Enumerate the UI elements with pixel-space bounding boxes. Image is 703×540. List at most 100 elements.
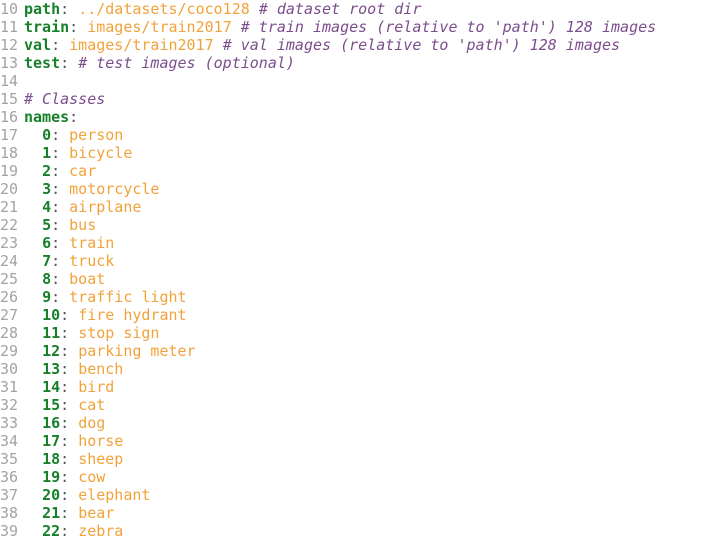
yaml-value: person <box>69 126 124 144</box>
yaml-value: dog <box>78 414 106 432</box>
line-number: 39 <box>0 522 19 540</box>
yaml-comment: # train images (relative to 'path') 128 … <box>240 18 657 36</box>
yaml-key: 8 <box>42 270 52 288</box>
code-line[interactable]: 19 2: car <box>0 162 703 180</box>
key-colon: : <box>51 216 61 234</box>
code-line[interactable]: 28 11: stop sign <box>0 324 703 342</box>
yaml-key: names <box>24 108 70 126</box>
line-number: 22 <box>0 216 19 234</box>
code-line[interactable]: 23 6: train <box>0 234 703 252</box>
yaml-key: 1 <box>42 144 52 162</box>
code-line[interactable]: 25 8: boat <box>0 270 703 288</box>
line-number: 18 <box>0 144 19 162</box>
line-number: 16 <box>0 108 19 126</box>
yaml-key: 21 <box>42 504 61 522</box>
line-number: 36 <box>0 468 19 486</box>
yaml-key: 14 <box>42 378 61 396</box>
line-number: 26 <box>0 288 19 306</box>
code-line[interactable]: 38 21: bear <box>0 504 703 522</box>
yaml-value: cat <box>78 396 106 414</box>
yaml-key: 20 <box>42 486 61 504</box>
yaml-value: boat <box>69 270 106 288</box>
key-colon: : <box>51 288 61 306</box>
yaml-key: 4 <box>42 198 52 216</box>
code-line[interactable]: 27 10: fire hydrant <box>0 306 703 324</box>
code-line[interactable]: 33 16: dog <box>0 414 703 432</box>
line-number: 12 <box>0 36 19 54</box>
code-editor[interactable]: 10 path: ../datasets/coco128 # dataset ro… <box>0 0 703 540</box>
line-number: 24 <box>0 252 19 270</box>
code-line[interactable]: 16 names: <box>0 108 703 126</box>
yaml-key: path <box>24 0 61 18</box>
yaml-key: 22 <box>42 522 61 540</box>
yaml-value: parking meter <box>78 342 196 360</box>
yaml-key: 13 <box>42 360 61 378</box>
code-line[interactable]: 34 17: horse <box>0 432 703 450</box>
code-line[interactable]: 15 # Classes <box>0 90 703 108</box>
yaml-value: zebra <box>78 522 124 540</box>
code-line[interactable]: 22 5: bus <box>0 216 703 234</box>
key-colon: : <box>51 144 61 162</box>
line-number: 11 <box>0 18 19 36</box>
code-line[interactable]: 20 3: motorcycle <box>0 180 703 198</box>
line-number: 15 <box>0 90 19 108</box>
code-line[interactable]: 12 val: images/train2017 # val images (re… <box>0 36 703 54</box>
code-line[interactable]: 26 9: traffic light <box>0 288 703 306</box>
code-line[interactable]: 10 path: ../datasets/coco128 # dataset ro… <box>0 0 703 18</box>
key-colon: : <box>60 0 70 18</box>
code-line[interactable]: 13 test: # test images (optional) <box>0 54 703 72</box>
code-line[interactable]: 24 7: truck <box>0 252 703 270</box>
yaml-value: bus <box>69 216 97 234</box>
code-line[interactable]: 37 20: elephant <box>0 486 703 504</box>
yaml-key: 9 <box>42 288 52 306</box>
key-colon: : <box>51 36 61 54</box>
yaml-value: stop sign <box>78 324 160 342</box>
code-line[interactable]: 30 13: bench <box>0 360 703 378</box>
key-colon: : <box>51 234 61 252</box>
code-line[interactable]: 35 18: sheep <box>0 450 703 468</box>
key-colon: : <box>60 54 70 72</box>
yaml-key: 3 <box>42 180 52 198</box>
key-colon: : <box>60 432 70 450</box>
code-line[interactable]: 17 0: person <box>0 126 703 144</box>
yaml-value: bird <box>78 378 115 396</box>
code-line[interactable]: 36 19: cow <box>0 468 703 486</box>
line-number: 25 <box>0 270 19 288</box>
line-number: 23 <box>0 234 19 252</box>
line-number: 27 <box>0 306 19 324</box>
yaml-value: horse <box>78 432 124 450</box>
code-line[interactable]: 14 <box>0 72 703 90</box>
key-colon: : <box>60 342 70 360</box>
code-line[interactable]: 21 4: airplane <box>0 198 703 216</box>
line-number: 21 <box>0 198 19 216</box>
code-line[interactable]: 11 train: images/train2017 # train images… <box>0 18 703 36</box>
key-colon: : <box>51 252 61 270</box>
key-colon: : <box>60 414 70 432</box>
code-line[interactable]: 32 15: cat <box>0 396 703 414</box>
yaml-key: 5 <box>42 216 52 234</box>
yaml-key: 11 <box>42 324 61 342</box>
yaml-value: elephant <box>78 486 151 504</box>
code-line[interactable]: 29 12: parking meter <box>0 342 703 360</box>
line-number: 17 <box>0 126 19 144</box>
code-line[interactable]: 18 1: bicycle <box>0 144 703 162</box>
key-colon: : <box>60 468 70 486</box>
line-number: 10 <box>0 0 19 18</box>
key-colon: : <box>60 450 70 468</box>
yaml-value: traffic light <box>69 288 187 306</box>
code-line[interactable]: 31 14: bird <box>0 378 703 396</box>
code-line[interactable]: 39 22: zebra <box>0 522 703 540</box>
